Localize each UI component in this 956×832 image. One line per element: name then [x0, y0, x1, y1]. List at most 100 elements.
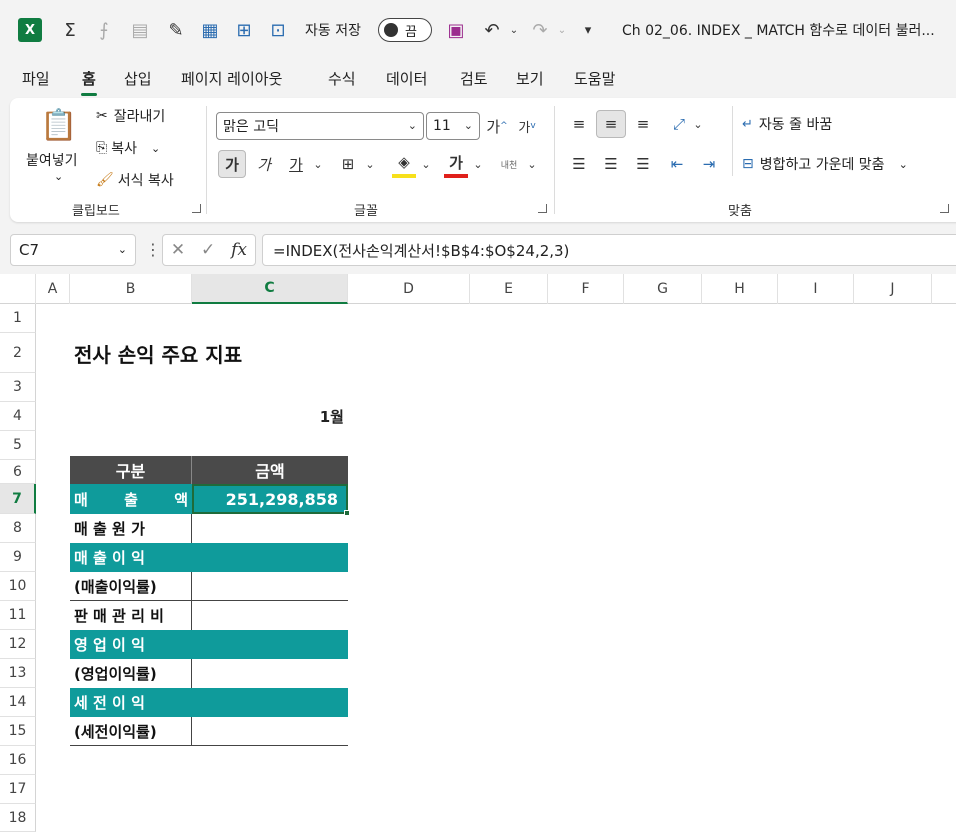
row-header[interactable]: 1 [0, 304, 36, 333]
font-family-select[interactable]: 맑은 고딕 ⌄ [216, 112, 424, 140]
bold-button[interactable]: 가 [218, 150, 246, 178]
row-header[interactable]: 16 [0, 746, 36, 775]
tab-formulas[interactable]: 수식 [328, 68, 356, 89]
column-header-h[interactable]: H [702, 274, 778, 304]
enter-icon[interactable]: ✓ [201, 240, 215, 260]
alignment-dialog-launcher[interactable] [940, 204, 949, 213]
tab-help[interactable]: 도움말 [574, 68, 615, 89]
fill-color-icon[interactable]: ◈ [392, 150, 416, 178]
select-all-corner[interactable] [0, 274, 36, 304]
font-size-select[interactable]: 11 ⌄ [426, 112, 480, 140]
undo-dropdown-icon[interactable]: ⌄ [500, 16, 528, 44]
align-center-icon[interactable]: ☰ [598, 150, 624, 178]
copy-dropdown-icon[interactable]: ⌄ [151, 142, 160, 155]
row-header[interactable]: 6 [0, 460, 36, 484]
paste-icon[interactable]: 📋 [40, 108, 77, 143]
month-label[interactable]: 1월 [192, 402, 348, 431]
column-header-j[interactable]: J [854, 274, 932, 304]
row-label-operating-profit[interactable]: 영 업 이 익 [70, 630, 192, 659]
tab-data[interactable]: 데이터 [386, 68, 427, 89]
paste-button[interactable]: 붙여넣기 [26, 150, 78, 170]
borders-dropdown-icon[interactable]: ⌄ [362, 150, 378, 178]
row-label-sales[interactable]: 매출액 [70, 484, 192, 514]
align-bottom-icon[interactable]: ≡ [630, 110, 656, 138]
underline-button[interactable]: 가 [284, 150, 308, 178]
row-label-operating-margin[interactable]: (영업이익률) [70, 659, 192, 688]
tab-file[interactable]: 파일 [22, 68, 50, 89]
save-icon[interactable]: ▣ [442, 16, 470, 44]
cell-c15[interactable] [192, 717, 348, 746]
cell-c11[interactable] [192, 601, 348, 630]
row-header[interactable]: 8 [0, 514, 36, 543]
merge-dropdown-icon[interactable]: ⌄ [899, 158, 908, 171]
formula-input[interactable]: =INDEX(전사손익계산서!$B$4:$O$24,2,3) [262, 234, 956, 266]
row-header[interactable]: 14 [0, 688, 36, 717]
font-color-dropdown-icon[interactable]: ⌄ [470, 150, 486, 178]
row-label-gross-profit[interactable]: 매 출 이 익 [70, 543, 192, 572]
align-middle-icon[interactable]: ≡ [596, 110, 626, 138]
grow-font-button[interactable]: 가 ^ [484, 112, 510, 140]
row-header[interactable]: 9 [0, 543, 36, 572]
edit-icon[interactable]: ✎ [162, 16, 190, 44]
wrap-text-button[interactable]: ↵ 자동 줄 바꿈 [742, 114, 832, 134]
row-header[interactable]: 5 [0, 431, 36, 460]
row-label-pretax-profit[interactable]: 세 전 이 익 [70, 688, 192, 717]
tab-insert[interactable]: 삽입 [124, 68, 152, 89]
row-header[interactable]: 12 [0, 630, 36, 659]
cell-c9[interactable] [192, 543, 348, 572]
cell-c10[interactable] [192, 572, 348, 601]
italic-button[interactable]: 가 [252, 150, 276, 178]
decrease-indent-icon[interactable]: ⇤ [664, 150, 690, 178]
insert-function-icon[interactable]: ⨍ [90, 16, 118, 44]
font-dialog-launcher[interactable] [538, 204, 547, 213]
table-icon[interactable]: ⊞ [230, 16, 258, 44]
column-header-c[interactable]: C [192, 274, 348, 304]
cell-c8[interactable] [192, 514, 348, 543]
column-header-b[interactable]: B [70, 274, 192, 304]
underline-dropdown-icon[interactable]: ⌄ [310, 150, 326, 178]
row-label-pretax-margin[interactable]: (세전이익률) [70, 717, 192, 746]
cancel-icon[interactable]: ✕ [171, 240, 185, 260]
number-format-icon[interactable]: ▤ [126, 16, 154, 44]
row-header[interactable]: 11 [0, 601, 36, 630]
autosave-toggle[interactable]: 끔 [378, 18, 432, 42]
tab-home[interactable]: 홈 [81, 68, 97, 96]
merge-center-button[interactable]: ⊟ 병합하고 가운데 맞춤 ⌄ [742, 154, 908, 174]
cell-c12[interactable] [192, 630, 348, 659]
phonetic-dropdown-icon[interactable]: ⌄ [524, 150, 540, 178]
row-header[interactable]: 7 [0, 484, 36, 514]
cut-button[interactable]: ✂ 잘라내기 [96, 106, 165, 126]
orientation-icon[interactable]: ⤢ [666, 110, 692, 138]
column-header-g[interactable]: G [624, 274, 702, 304]
align-top-icon[interactable]: ≡ [566, 110, 592, 138]
customize-qat-icon[interactable]: ▾ [574, 16, 602, 44]
row-label-cogs[interactable]: 매 출 원 가 [70, 514, 192, 543]
cell-c7[interactable]: 251,298,858 [192, 484, 348, 514]
row-header[interactable]: 4 [0, 402, 36, 431]
font-color-button[interactable]: 가 [444, 150, 468, 178]
header-amount[interactable]: 금액 [192, 456, 348, 484]
name-box[interactable]: C7 ⌄ [10, 234, 136, 266]
column-header-e[interactable]: E [470, 274, 548, 304]
align-right-icon[interactable]: ☰ [630, 150, 656, 178]
column-header-i[interactable]: I [778, 274, 854, 304]
row-label-gross-margin[interactable]: (매출이익률) [70, 572, 192, 601]
row-header[interactable]: 10 [0, 572, 36, 601]
more-options-icon[interactable]: ⋮ [145, 240, 161, 259]
tab-view[interactable]: 보기 [516, 68, 544, 89]
redo-dropdown-icon[interactable]: ⌄ [548, 16, 576, 44]
format-painter-button[interactable]: 🖌 서식 복사 [96, 170, 174, 190]
paste-dropdown-icon[interactable]: ⌄ [54, 170, 63, 183]
row-header[interactable]: 3 [0, 373, 36, 402]
form-icon[interactable]: ⊡ [264, 16, 292, 44]
borders-icon[interactable]: ⊞ [336, 150, 360, 178]
phonetic-button[interactable]: 내천 [496, 150, 522, 178]
row-header[interactable]: 15 [0, 717, 36, 746]
header-category[interactable]: 구분 [70, 456, 192, 484]
row-header[interactable]: 13 [0, 659, 36, 688]
cell-c13[interactable] [192, 659, 348, 688]
clipboard-dialog-launcher[interactable] [192, 204, 201, 213]
pivot-icon[interactable]: ▦ [196, 16, 224, 44]
tab-page-layout[interactable]: 페이지 레이아웃 [181, 68, 282, 89]
row-header[interactable]: 2 [0, 333, 36, 373]
